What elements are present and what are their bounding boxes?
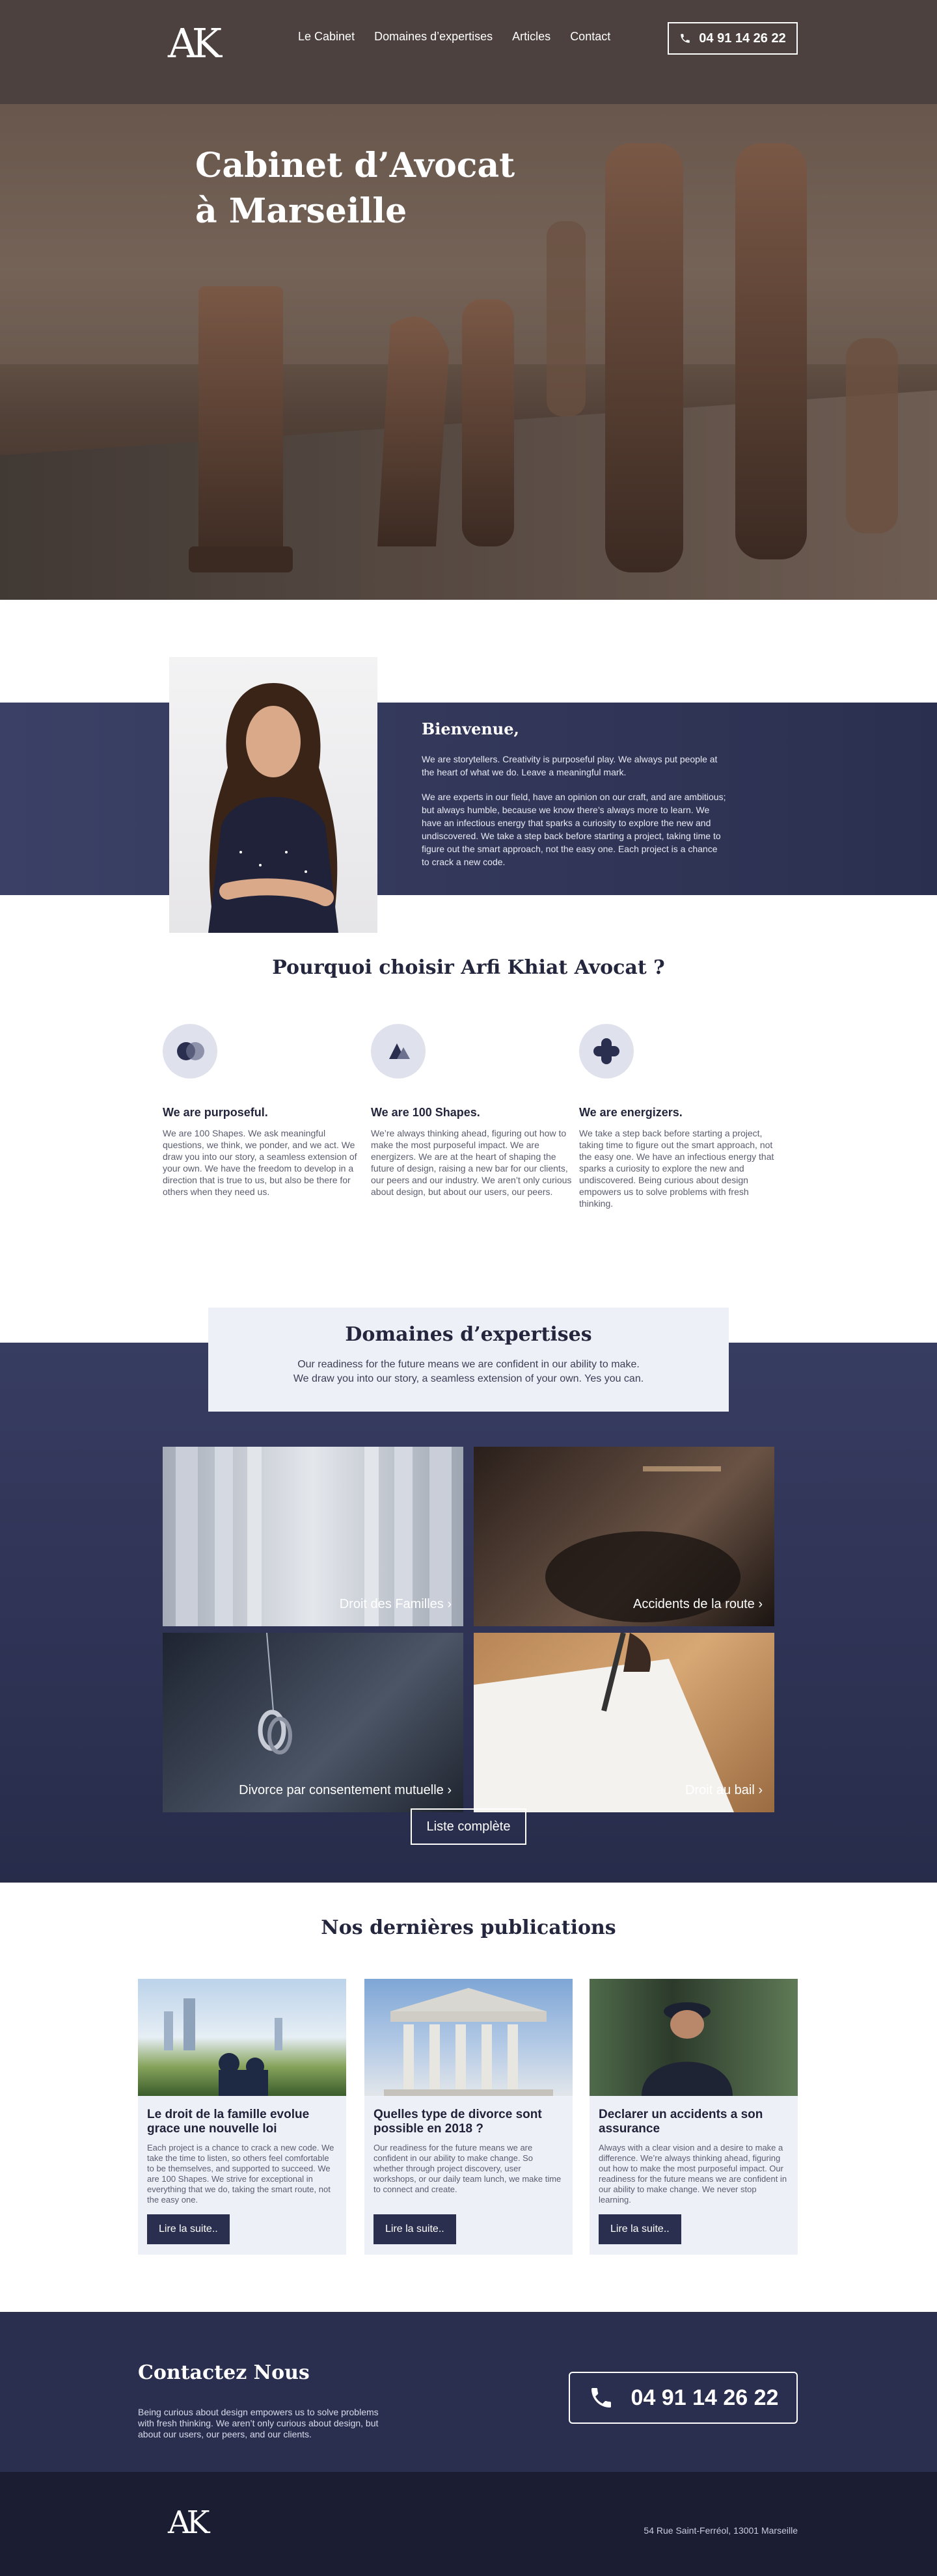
full-list-button[interactable]: Liste complète bbox=[411, 1808, 526, 1845]
site-footer: AK 54 Rue Saint-Ferréol, 13001 Marseille bbox=[0, 2472, 937, 2576]
contact-phone-button[interactable]: 04 91 14 26 22 bbox=[569, 2372, 798, 2424]
feature-text: We take a step back before starting a pr… bbox=[579, 1128, 774, 1209]
circles-icon bbox=[163, 1024, 217, 1079]
domain-tile-label: Divorce par consentement mutuelle › bbox=[239, 1783, 452, 1797]
publication-card: Declarer un accidents a son assurance Al… bbox=[590, 1979, 798, 2255]
domains-intro-line2: We draw you into our story, a seamless e… bbox=[293, 1373, 644, 1384]
contact-phone-number: 04 91 14 26 22 bbox=[631, 2385, 779, 2410]
city-family-image bbox=[138, 1979, 346, 2096]
domain-tile-divorce[interactable]: Divorce par consentement mutuelle › bbox=[163, 1633, 463, 1812]
welcome-paragraph-2: We are experts in our field, have an opi… bbox=[422, 792, 726, 867]
contact-section: Contactez Nous Being curious about desig… bbox=[0, 2312, 937, 2472]
contact-heading: Contactez Nous bbox=[138, 2361, 310, 2384]
feature-purposeful: We are purposeful. We are 100 Shapes. We… bbox=[163, 1024, 364, 1198]
publication-title: Le droit de la famille evolue grace une … bbox=[147, 2108, 310, 2136]
contact-text: Being curious about design empowers us t… bbox=[138, 2407, 379, 2439]
welcome-text: Bienvenue, We are storytellers. Creativi… bbox=[422, 719, 727, 880]
domains-heading: Domaines d’expertises bbox=[345, 1323, 592, 1346]
welcome-section: Bienvenue, We are storytellers. Creativi… bbox=[0, 600, 937, 933]
domains-intro-line1: Our readiness for the future means we ar… bbox=[297, 1359, 640, 1370]
footer-address: 54 Rue Saint-Ferréol, 13001 Marseille bbox=[644, 2525, 798, 2536]
publication-excerpt: Always with a clear vision and a desire … bbox=[599, 2143, 787, 2205]
read-more-button[interactable]: Lire la suite.. bbox=[373, 2214, 456, 2244]
hero-title-line1: Cabinet d’Avocat bbox=[195, 146, 515, 185]
header-phone-number: 04 91 14 26 22 bbox=[699, 31, 786, 46]
feature-title: We are energizers. bbox=[579, 1106, 683, 1119]
publications-heading: Nos dernières publications bbox=[321, 1916, 616, 1939]
courthouse-image bbox=[364, 1979, 573, 2096]
header-phone-button[interactable]: 04 91 14 26 22 bbox=[668, 22, 798, 55]
why-section: Pourquoi choisir Arfi Khiat Avocat ? We … bbox=[0, 933, 937, 1308]
why-heading: Pourquoi choisir Arfi Khiat Avocat ? bbox=[272, 956, 665, 979]
hero-chess-image bbox=[0, 0, 937, 600]
domains-section: Domaines d’expertises Our readiness for … bbox=[0, 1308, 937, 1883]
domain-tile-label: Droit des Familles › bbox=[339, 1597, 452, 1611]
main-nav: Le Cabinet Domaines d’expertises Article… bbox=[298, 30, 610, 44]
publication-card: Quelles type de divorce sont possible en… bbox=[364, 1979, 573, 2255]
welcome-heading: Bienvenue, bbox=[422, 719, 519, 738]
hero-title-line2: à Marseille bbox=[195, 191, 407, 231]
nav-link-articles[interactable]: Articles bbox=[512, 30, 550, 44]
triangles-icon bbox=[371, 1024, 426, 1079]
phone-icon bbox=[681, 34, 690, 43]
police-officer-image bbox=[590, 1979, 798, 2096]
read-more-button[interactable]: Lire la suite.. bbox=[599, 2214, 681, 2244]
feature-title: We are 100 Shapes. bbox=[371, 1106, 480, 1119]
publication-card: Le droit de la famille evolue grace une … bbox=[138, 1979, 346, 2255]
feature-shapes: We are 100 Shapes. We’re always thinking… bbox=[371, 1024, 573, 1198]
publication-title: Quelles type de divorce sont possible en… bbox=[373, 2108, 542, 2136]
site-logo[interactable]: AK bbox=[168, 20, 222, 67]
domains-intro-text: Our readiness for the future means we ar… bbox=[208, 1358, 729, 1386]
domain-tile-bail[interactable]: Droit au bail › bbox=[474, 1633, 774, 1812]
nav-link-cabinet[interactable]: Le Cabinet bbox=[298, 30, 355, 44]
domain-tile-label: Droit au bail › bbox=[685, 1783, 763, 1797]
publication-title: Declarer un accidents a son assurance bbox=[599, 2108, 763, 2136]
lawyer-portrait bbox=[169, 657, 377, 933]
feature-energizers: We are energizers. We take a step back b… bbox=[579, 1024, 781, 1209]
hero-section: AK Le Cabinet Domaines d’expertises Arti… bbox=[0, 0, 937, 600]
hero-title: Cabinet d’Avocat à Marseille bbox=[195, 143, 515, 234]
publication-excerpt: Each project is a chance to crack a new … bbox=[147, 2143, 334, 2205]
feature-text: We’re always thinking ahead, figuring ou… bbox=[371, 1128, 572, 1197]
phone-icon bbox=[591, 2388, 611, 2408]
domain-tile-accidents[interactable]: Accidents de la route › bbox=[474, 1447, 774, 1626]
read-more-button[interactable]: Lire la suite.. bbox=[147, 2214, 230, 2244]
domain-tile-label: Accidents de la route › bbox=[633, 1597, 763, 1611]
nav-link-domaines[interactable]: Domaines d’expertises bbox=[374, 30, 493, 44]
feature-text: We are 100 Shapes. We ask meaningful que… bbox=[163, 1128, 357, 1197]
publications-section: Nos dernières publications Le droit de l… bbox=[0, 1883, 937, 2312]
nav-link-contact[interactable]: Contact bbox=[570, 30, 610, 44]
cross-icon bbox=[579, 1024, 634, 1079]
footer-logo[interactable]: AK bbox=[168, 2504, 210, 2541]
feature-title: We are purposeful. bbox=[163, 1106, 268, 1119]
domain-tile-familles[interactable]: Droit des Familles › bbox=[163, 1447, 463, 1626]
domains-intro-box: Domaines d’expertises Our readiness for … bbox=[208, 1308, 729, 1412]
welcome-paragraph-1: We are storytellers. Creativity is purpo… bbox=[422, 754, 718, 777]
publication-excerpt: Our readiness for the future means we ar… bbox=[373, 2143, 562, 2194]
domains-band bbox=[0, 1343, 937, 1883]
